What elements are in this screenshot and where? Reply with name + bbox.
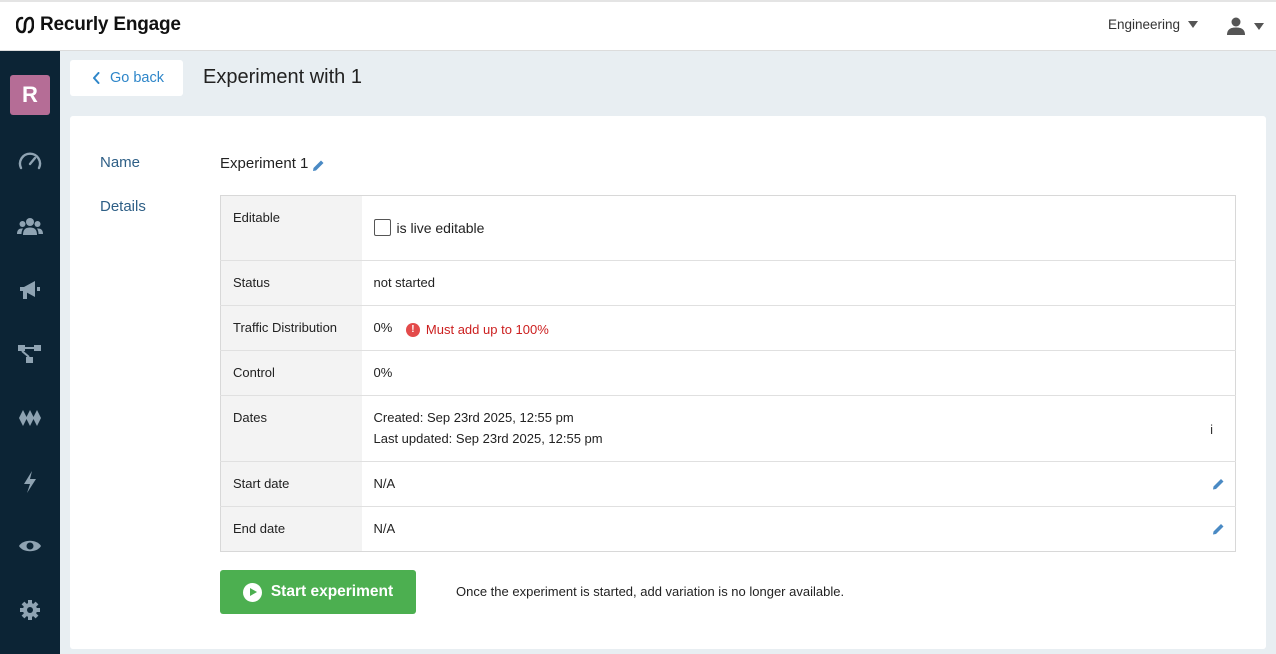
name-label: Name xyxy=(100,154,141,171)
status-key: Status xyxy=(220,260,362,306)
sidebar: R xyxy=(0,51,60,654)
traffic-error-text: Must add up to 100% xyxy=(425,322,549,337)
start-date-key: Start date xyxy=(220,461,362,507)
eye-icon[interactable] xyxy=(17,533,43,559)
control-key: Control xyxy=(220,350,362,396)
live-editable-checkbox[interactable]: is live editable xyxy=(373,219,1224,236)
start-experiment-button[interactable]: Start experiment xyxy=(220,570,416,614)
table-row: Status not started xyxy=(220,260,1236,306)
updated-date: Last updated: Sep 23rd 2025, 12:55 pm xyxy=(373,431,603,446)
start-experiment-label: Start experiment xyxy=(270,583,394,600)
created-date: Created: Sep 23rd 2025, 12:55 pm xyxy=(373,410,574,425)
chevron-down-icon xyxy=(1254,22,1264,30)
org-switcher[interactable]: Engineering xyxy=(1108,17,1199,32)
table-row: End date N/A xyxy=(220,506,1236,552)
user-menu[interactable] xyxy=(1226,16,1264,36)
table-row: Dates Created: Sep 23rd 2025, 12:55 pm L… xyxy=(220,395,1236,462)
dashboard-icon[interactable] xyxy=(17,149,43,175)
recurly-logo-icon xyxy=(16,16,34,34)
start-date-value: N/A xyxy=(373,476,396,491)
go-back-button[interactable]: Go back xyxy=(70,60,183,96)
logo[interactable]: Recurly Engage xyxy=(16,14,181,36)
user-icon xyxy=(1227,17,1245,35)
org-name: Engineering xyxy=(1108,17,1181,32)
experiment-card: Name Experiment 1 Details Editable is li… xyxy=(70,116,1266,649)
megaphone-icon[interactable] xyxy=(17,277,43,303)
traffic-error: ! Must add up to 100% xyxy=(405,322,549,337)
gear-icon[interactable] xyxy=(17,597,43,623)
checkbox-box[interactable] xyxy=(373,219,391,236)
lightning-icon[interactable] xyxy=(17,469,43,495)
table-row: Traffic Distribution 0% ! Must add up to… xyxy=(220,305,1236,351)
details-label: Details xyxy=(100,198,146,215)
experiment-name: Experiment 1 xyxy=(220,154,325,172)
flow-icon[interactable] xyxy=(17,341,43,367)
editable-key: Editable xyxy=(220,195,362,261)
top-bar: Recurly Engage Engineering xyxy=(0,0,1276,51)
pencil-icon[interactable] xyxy=(1212,478,1225,491)
chevron-left-icon xyxy=(93,72,100,84)
end-date-key: End date xyxy=(220,506,362,552)
dates-key: Dates xyxy=(220,395,362,462)
table-row: Control 0% xyxy=(220,350,1236,396)
logo-text: Recurly Engage xyxy=(40,14,181,35)
play-icon xyxy=(242,582,262,602)
segments-icon[interactable] xyxy=(17,405,43,431)
pencil-icon[interactable] xyxy=(312,159,325,172)
traffic-key: Traffic Distribution xyxy=(220,305,362,351)
status-value: not started xyxy=(361,260,1236,306)
users-icon[interactable] xyxy=(17,213,43,239)
account-avatar[interactable]: R xyxy=(10,75,50,115)
details-table: Editable is live editable Status not sta… xyxy=(220,195,1236,552)
experiment-name-value: Experiment 1 xyxy=(220,154,309,172)
info-icon[interactable]: i xyxy=(1210,422,1213,437)
go-back-label: Go back xyxy=(110,70,164,86)
error-icon: ! xyxy=(405,322,420,337)
table-row: Start date N/A xyxy=(220,461,1236,507)
traffic-value: 0% xyxy=(373,320,393,335)
start-note: Once the experiment is started, add vari… xyxy=(456,584,845,599)
live-editable-label: is live editable xyxy=(396,219,485,236)
chevron-down-icon xyxy=(1188,21,1199,28)
control-value: 0% xyxy=(361,350,1236,396)
table-row: Editable is live editable xyxy=(220,195,1236,261)
pencil-icon[interactable] xyxy=(1212,523,1225,536)
end-date-value: N/A xyxy=(373,521,396,536)
page-title: Experiment with 1 xyxy=(203,66,362,88)
